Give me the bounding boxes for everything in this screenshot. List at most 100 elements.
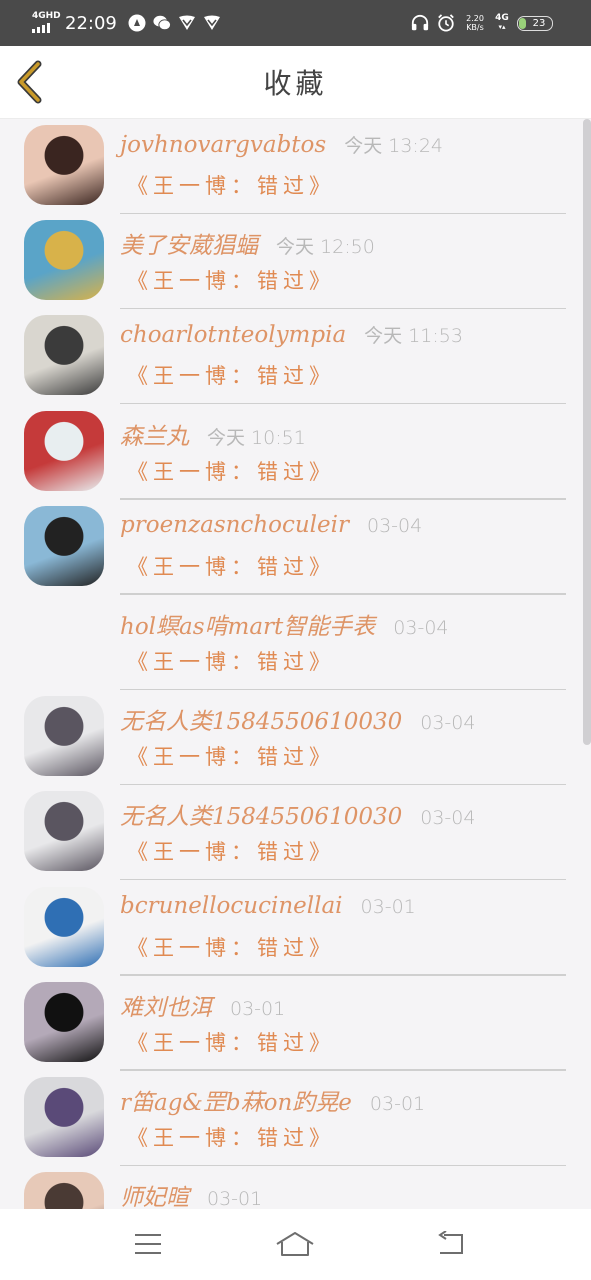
avatar[interactable]: [24, 981, 104, 1062]
timestamp: 03-04: [420, 712, 476, 735]
favorite-list-item[interactable]: choarlotnteolympia 今天 11:53 《王一博：错过》: [0, 309, 580, 405]
name-line: 师妃暄 03-01: [120, 1178, 262, 1209]
username[interactable]: 森兰丸: [120, 417, 189, 451]
song-title: 《王一博：错过》: [127, 459, 335, 484]
song-title: 《王一博：错过》: [127, 650, 335, 674]
favorite-list-item[interactable]: proenzasnchoculeir 03-04 《王一博：错过》: [0, 500, 580, 595]
username[interactable]: choarlotnteolympia: [120, 322, 346, 348]
avatar[interactable]: [24, 315, 104, 396]
avatar[interactable]: [24, 791, 104, 872]
avatar[interactable]: [24, 1077, 104, 1157]
name-line: jovhnovargvabtos 今天 13:24: [120, 131, 443, 158]
network-speed-unit: KB/s: [466, 23, 484, 32]
favorite-list-item[interactable]: 师妃暄 03-01: [0, 1166, 580, 1209]
network-speed-value: 2.20: [466, 14, 484, 23]
menu-icon: [135, 1234, 161, 1254]
name-line: 美了安葳猖蝠 今天 12:50: [120, 226, 375, 260]
timestamp: 03-01: [369, 1093, 426, 1115]
app-notification-icon: [178, 14, 196, 32]
timestamp: 今天 11:53: [364, 325, 463, 348]
username[interactable]: jovhnovargvabtos: [120, 132, 326, 158]
signal-indicator: 4GHD: [32, 11, 61, 34]
name-line: 无名人类1584550610030 03-04: [120, 702, 475, 736]
avatar[interactable]: [24, 1172, 104, 1209]
timestamp: 03-04: [367, 514, 423, 537]
username[interactable]: 美了安葳猖蝠: [120, 226, 258, 260]
name-line: 难刘也洱 03-01: [120, 988, 285, 1022]
battery-level: 23: [532, 17, 546, 29]
network-speed: 2.20 KB/s: [463, 14, 487, 32]
song-title: 《王一博：错过》: [127, 554, 335, 579]
favorite-list-item[interactable]: hol螟as啃mart智能手表 03-04 《王一博：错过》: [0, 595, 580, 690]
username[interactable]: 难刘也洱: [120, 988, 212, 1022]
status-left: 4GHD 22:09: [32, 0, 221, 46]
network-type-label: 4GHD: [32, 11, 61, 21]
return-icon: [438, 1231, 463, 1254]
status-bar: 4GHD 22:09 2.20 KB/s 4G ▾▴ 23: [0, 0, 591, 46]
username[interactable]: 无名人类1584550610030: [120, 797, 402, 831]
favorite-list-item[interactable]: 森兰丸 今天 10:51 《王一博：错过》: [0, 405, 580, 500]
name-line: bcrunellocucinellai 03-01: [120, 893, 416, 919]
favorites-list[interactable]: jovhnovargvabtos 今天 13:24 《王一博：错过》 美了安葳猖蝠 今天…: [0, 119, 591, 1209]
app-notification-icon: [203, 14, 221, 32]
username[interactable]: proenzasnchoculeir: [120, 512, 349, 538]
timestamp: 03-01: [360, 895, 416, 918]
avatar[interactable]: [24, 886, 104, 967]
timestamp: 03-01: [207, 1188, 263, 1209]
song-title: 《王一博：错过》: [127, 840, 335, 865]
song-title: 《王一博：错过》: [127, 745, 335, 770]
home-icon: [276, 1232, 314, 1256]
username[interactable]: r笛ag&罡b菻on趵晃e: [120, 1083, 352, 1117]
timestamp: 今天 10:51: [207, 426, 306, 449]
favorite-list-item[interactable]: jovhnovargvabtos 今天 13:24 《王一博：错过》: [0, 119, 580, 214]
return-button[interactable]: [430, 1227, 470, 1261]
menu-button[interactable]: [128, 1227, 168, 1261]
username[interactable]: bcrunellocucinellai: [120, 893, 343, 919]
title-bar: 收藏: [0, 46, 591, 119]
song-title: 《王一博：错过》: [127, 1030, 335, 1055]
system-nav-bar: [0, 1209, 591, 1280]
name-line: choarlotnteolympia 今天 11:53: [120, 321, 463, 348]
home-button[interactable]: [275, 1227, 315, 1261]
favorite-list-item[interactable]: 美了安葳猖蝠 今天 12:50 《王一博：错过》: [0, 214, 580, 310]
favorite-list-item[interactable]: 无名人类1584550610030 03-04 《王一博：错过》: [0, 785, 580, 881]
favorite-list-item[interactable]: r笛ag&罡b菻on趵晃e 03-01 《王一博：错过》: [0, 1071, 580, 1166]
timestamp: 今天 12:50: [276, 236, 375, 259]
status-right: 2.20 KB/s 4G ▾▴ 23: [411, 0, 553, 46]
username[interactable]: 师妃暄: [120, 1178, 189, 1209]
wechat-icon: [153, 14, 171, 32]
avatar[interactable]: [24, 125, 104, 205]
timestamp: 03-01: [230, 997, 286, 1020]
name-line: 无名人类1584550610030 03-04: [120, 797, 475, 831]
song-title: 《王一博：错过》: [127, 174, 335, 198]
scrollbar[interactable]: [583, 119, 591, 745]
avatar[interactable]: [24, 220, 104, 301]
name-line: r笛ag&罡b菻on趵晃e 03-01: [120, 1083, 425, 1117]
timestamp: 今天 13:24: [344, 135, 443, 157]
name-line: 森兰丸 今天 10:51: [120, 417, 306, 451]
song-title: 《王一博：错过》: [127, 1126, 335, 1150]
name-line: hol螟as啃mart智能手表 03-04: [120, 607, 449, 641]
data-arrows-icon: ▾▴: [498, 23, 506, 31]
battery-icon: 23: [517, 15, 553, 31]
favorite-list-item[interactable]: bcrunellocucinellai 03-01 《王一博：错过》: [0, 881, 580, 976]
timestamp: 03-04: [393, 617, 449, 639]
headphones-icon: [411, 14, 429, 32]
avatar[interactable]: [24, 696, 104, 777]
username[interactable]: hol螟as啃mart智能手表: [120, 607, 375, 641]
signal-bars-icon: [32, 23, 50, 33]
name-line: proenzasnchoculeir 03-04: [120, 512, 422, 538]
clock: 22:09: [65, 12, 117, 34]
alarm-icon: [437, 14, 455, 32]
favorite-list-item[interactable]: 难刘也洱 03-01 《王一博：错过》: [0, 976, 580, 1071]
favorite-list-item[interactable]: 无名人类1584550610030 03-04 《王一博：错过》: [0, 690, 580, 786]
mobile-data-indicator: 4G ▾▴: [495, 14, 509, 32]
avatar[interactable]: [24, 410, 104, 491]
timestamp: 03-04: [420, 807, 476, 830]
song-title: 《王一博：错过》: [127, 364, 335, 389]
avatar[interactable]: [24, 505, 104, 586]
song-title: 《王一博：错过》: [127, 935, 335, 960]
song-title: 《王一博：错过》: [127, 269, 335, 294]
username[interactable]: 无名人类1584550610030: [120, 702, 402, 736]
compass-app-icon: [128, 14, 146, 32]
